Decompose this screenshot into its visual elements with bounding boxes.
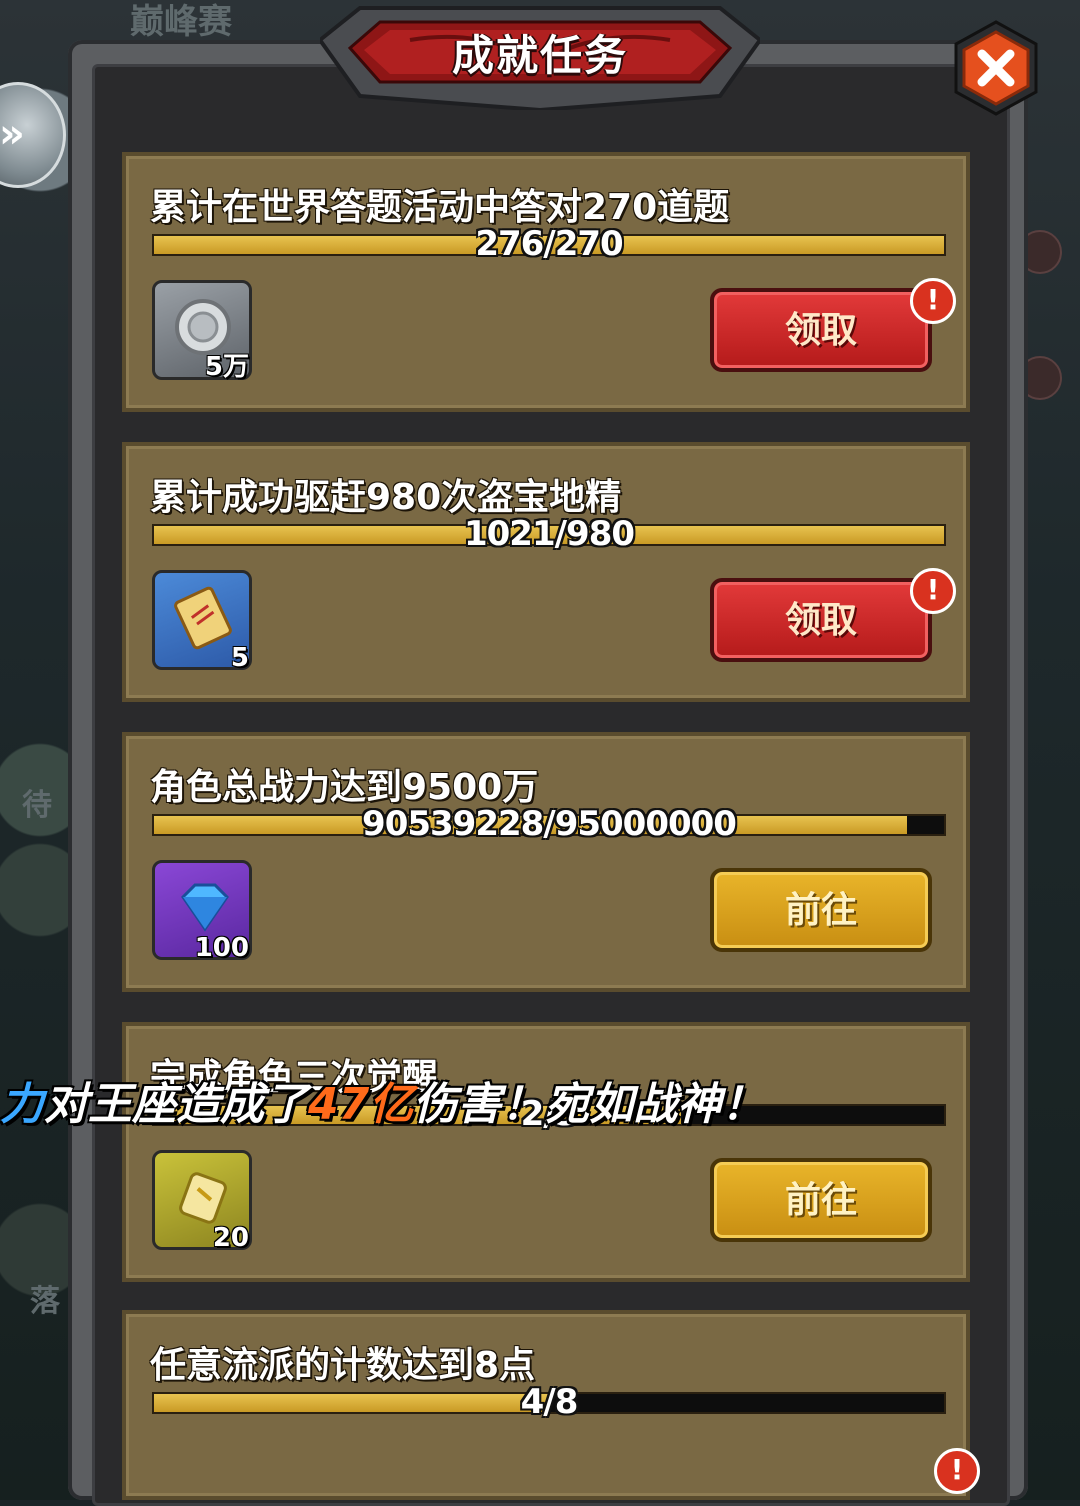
task-title: 累计在世界答题活动中答对270道题 [150, 187, 730, 228]
alert-icon: ! [934, 1448, 980, 1494]
reward-item[interactable]: 5 [152, 570, 252, 673]
claim-button[interactable]: 领取 [710, 578, 932, 662]
task-card: 任意流派的计数达到8点 4/8 [122, 1310, 970, 1500]
broadcast-player-name: 力 [0, 1079, 44, 1130]
broadcast-message: 力对王座造成了47亿伤害！宛如战神！ [0, 1068, 765, 1132]
progress-text: 4/8 [520, 1382, 579, 1422]
reward-count: 5万 [204, 352, 249, 382]
task-card: 累计在世界答题活动中答对270道题 276/270 5万 领取 ! [122, 152, 970, 412]
background-side-label: 待 [22, 788, 52, 823]
reward-item[interactable]: 5万 [152, 280, 252, 382]
progress-bar: 276/270 [152, 224, 946, 264]
goto-button[interactable]: 前往 [710, 868, 932, 952]
close-button[interactable] [946, 18, 1046, 118]
goto-button[interactable]: 前往 [710, 1158, 932, 1242]
progress-text: 90539228/95000000 [362, 804, 737, 844]
alert-icon: ! [910, 278, 956, 324]
background-side-label-2: 落 [30, 1284, 60, 1319]
broadcast-damage-value: 47亿 [308, 1079, 414, 1130]
alert-icon: ! [910, 568, 956, 614]
reward-item[interactable]: 100 [152, 860, 252, 963]
claim-button[interactable]: 领取 [710, 288, 932, 372]
progress-bar: 90539228/95000000 [152, 804, 946, 844]
background-label-peak-match: 巅峰赛 [130, 2, 232, 42]
task-card: 角色总战力达到9500万 90539228/95000000 100 前往 [122, 732, 970, 992]
reward-item[interactable]: 20 [152, 1150, 252, 1253]
progress-text: 276/270 [475, 224, 623, 264]
reward-count: 100 [194, 933, 249, 963]
progress-text: 1021/980 [463, 514, 635, 554]
task-card: 累计成功驱赶980次盗宝地精 1021/980 5 领取 ! [122, 442, 970, 702]
reward-count: 5 [230, 643, 249, 673]
broadcast-text: 对王座造成了 [44, 1079, 308, 1130]
progress-bar: 1021/980 [152, 514, 946, 554]
chevron-right-icon: » [0, 111, 25, 157]
progress-bar: 4/8 [152, 1382, 946, 1422]
task-title: 角色总战力达到9500万 [150, 767, 539, 808]
task-title: 任意流派的计数达到8点 [150, 1345, 536, 1386]
task-title: 累计成功驱赶980次盗宝地精 [150, 477, 622, 518]
scroll-icon [174, 586, 232, 650]
reward-count: 20 [212, 1223, 249, 1253]
broadcast-text-end: 伤害！宛如战神！ [413, 1079, 766, 1130]
close-icon [954, 20, 1038, 116]
task-card: 完成角色三次觉醒 2/3 20 前往 [122, 1022, 970, 1282]
page-title: 成就任务 [451, 31, 628, 80]
title-banner: 成就任务 [320, 0, 760, 110]
